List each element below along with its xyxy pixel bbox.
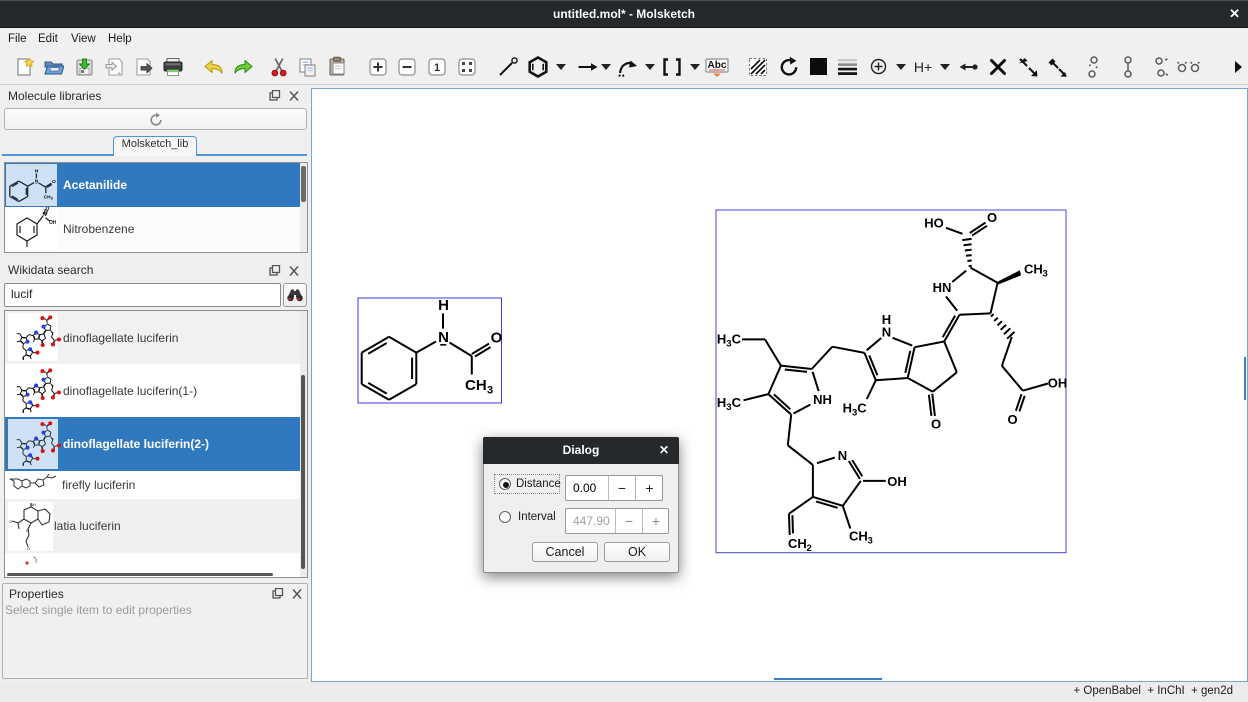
svg-text:1: 1	[434, 62, 440, 74]
svg-text:OH: OH	[49, 220, 56, 226]
svg-text:O: O	[46, 207, 50, 213]
svg-text:H+: H+	[914, 59, 932, 75]
svg-text:N: N	[43, 212, 47, 218]
svg-text:O: O	[9, 519, 12, 524]
svg-text:O: O	[27, 546, 30, 551]
svg-text:Abc: Abc	[708, 60, 727, 71]
svg-text:O: O	[26, 528, 29, 533]
svg-text:NH: NH	[30, 502, 36, 507]
